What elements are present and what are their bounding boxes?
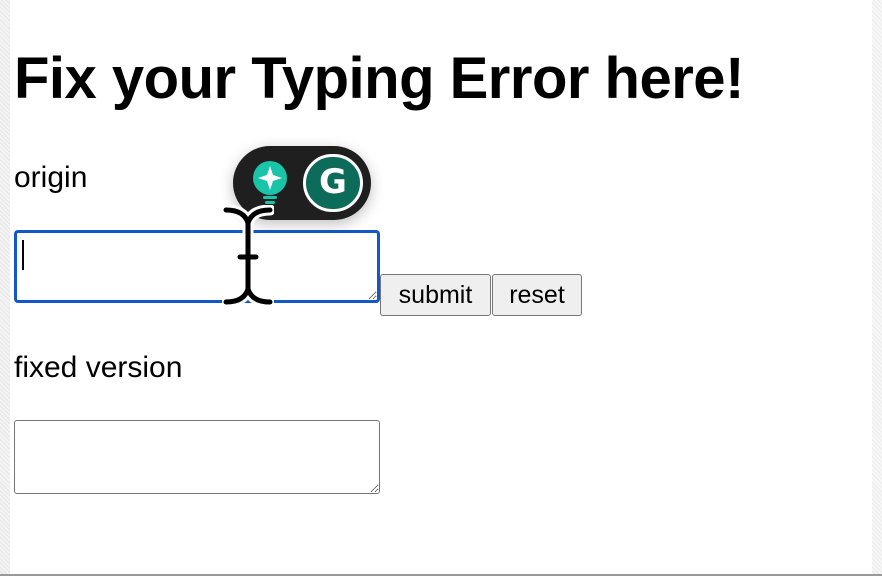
- left-background-strip: [0, 0, 10, 576]
- fixed-version-label: fixed version: [14, 351, 183, 384]
- ibeam-cursor-icon: [222, 205, 274, 307]
- origin-label: origin: [14, 161, 88, 194]
- submit-button[interactable]: submit: [380, 274, 491, 316]
- fixed-version-textarea[interactable]: [14, 420, 380, 494]
- page-title: Fix your Typing Error here!: [14, 46, 744, 111]
- lightbulb-sparkle-icon[interactable]: [250, 160, 290, 206]
- text-caret: [22, 240, 24, 270]
- grammarly-g-icon[interactable]: G: [303, 154, 363, 212]
- reset-button[interactable]: reset: [492, 274, 582, 316]
- origin-textarea[interactable]: [14, 230, 380, 303]
- right-background-strip: [872, 0, 882, 576]
